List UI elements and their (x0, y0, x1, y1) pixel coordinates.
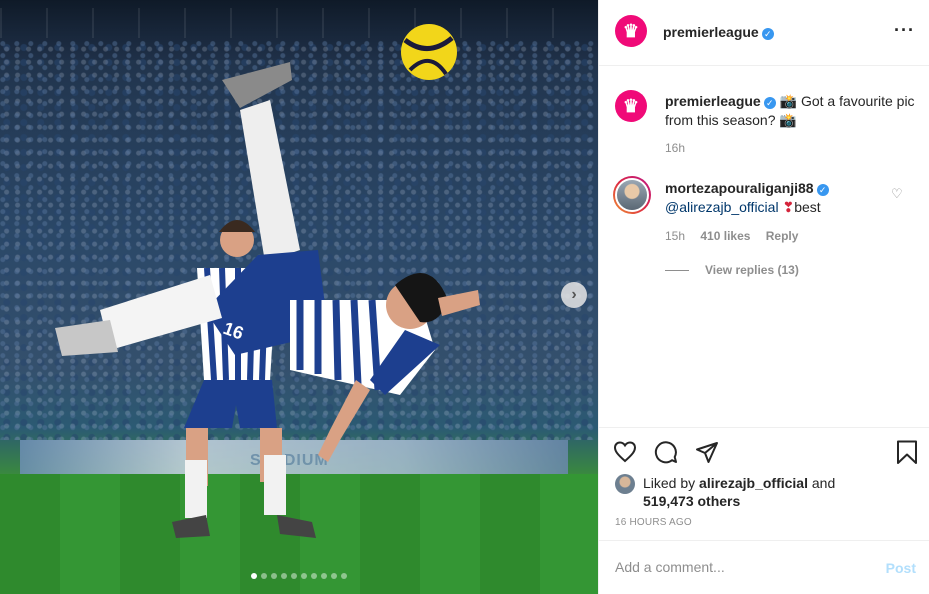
football (401, 24, 457, 80)
author-username[interactable]: premierleague (663, 24, 759, 40)
caption-username[interactable]: premierleague (665, 93, 761, 109)
likes-joiner: and (811, 475, 836, 491)
likes-others[interactable]: 519,473 others (643, 493, 740, 509)
comment-meta: 15h 410 likes Reply (665, 229, 810, 243)
post-caption: premierleague ✓ 📸 Got a favourite pic fro… (665, 92, 915, 158)
comment-username[interactable]: mortezapouraliganji88 (665, 180, 814, 196)
verified-badge-icon: ✓ (761, 28, 774, 40)
comment-mention[interactable]: @alirezajb_official (665, 199, 779, 215)
view-replies-button[interactable]: View replies (13) (665, 263, 799, 277)
add-comment-bar: Post (599, 540, 929, 594)
post-comment-button[interactable]: Post (886, 560, 916, 576)
carousel-dot (341, 573, 347, 579)
send-icon (696, 442, 718, 463)
liker-username[interactable]: alirezajb_official (699, 475, 808, 491)
comment-like-button[interactable]: ♡ (891, 186, 903, 202)
commenter-avatar[interactable] (613, 176, 651, 214)
post-time-ago[interactable]: 16 HOURS AGO (615, 517, 692, 528)
chevron-right-icon: › (571, 286, 577, 303)
carousel-dot (331, 573, 337, 579)
carousel-dot (261, 573, 267, 579)
carousel-dot (281, 573, 287, 579)
view-replies-label: View replies (13) (705, 263, 799, 277)
verified-badge-icon: ✓ (763, 97, 776, 109)
liker-avatar[interactable] (615, 474, 635, 494)
bookmark-icon (897, 440, 917, 464)
comment-likes[interactable]: 410 likes (700, 229, 750, 243)
carousel-dots (0, 573, 598, 579)
likes-text: Liked by alirezajb_official and 519,473 … (643, 474, 835, 510)
comment: mortezapouraliganji88 ✓ @alirezajb_offici… (665, 179, 895, 217)
comment-text: best (794, 199, 821, 215)
comment-icon (654, 441, 677, 464)
carousel-next-button[interactable]: › (561, 282, 587, 308)
more-options-button[interactable]: ··· (894, 20, 915, 41)
comment-button[interactable] (654, 440, 678, 467)
post-image[interactable]: STADIUM 16 › (0, 0, 598, 594)
caption-author-avatar[interactable] (615, 90, 647, 122)
heart-outline-icon: ♡ (891, 186, 903, 201)
post-header: premierleague✓ ··· (599, 0, 929, 66)
comment-input[interactable] (615, 559, 865, 575)
carousel-dot (251, 573, 257, 579)
carousel-dot (301, 573, 307, 579)
author-avatar[interactable] (615, 15, 647, 47)
carousel-dot (321, 573, 327, 579)
heart-icon (613, 441, 637, 463)
carousel-dot (271, 573, 277, 579)
players-illustration: 16 (55, 24, 480, 538)
camera-emoji-icon: 📸 (779, 93, 798, 109)
caption-time[interactable]: 16h (665, 139, 915, 158)
like-button[interactable] (613, 440, 637, 467)
author-name-row: premierleague ✓ (663, 24, 774, 40)
post-side-panel: premierleague✓ ··· premierleague✓ 📸 Got … (598, 0, 929, 594)
post-actions (599, 427, 929, 475)
camera-emoji-icon: 📸 (779, 112, 797, 128)
replies-divider (665, 269, 689, 271)
more-horizontal-icon: ··· (894, 20, 915, 40)
liked-by-label: Liked by (643, 475, 696, 491)
comment-time[interactable]: 15h (665, 229, 685, 243)
heart-exclamation-emoji: ❣ (782, 199, 795, 215)
share-button[interactable] (695, 440, 719, 467)
carousel-dot (311, 573, 317, 579)
comment-reply-button[interactable]: Reply (766, 229, 799, 243)
save-button[interactable] (895, 440, 919, 467)
carousel-dot (291, 573, 297, 579)
verified-badge-icon: ✓ (816, 184, 829, 196)
